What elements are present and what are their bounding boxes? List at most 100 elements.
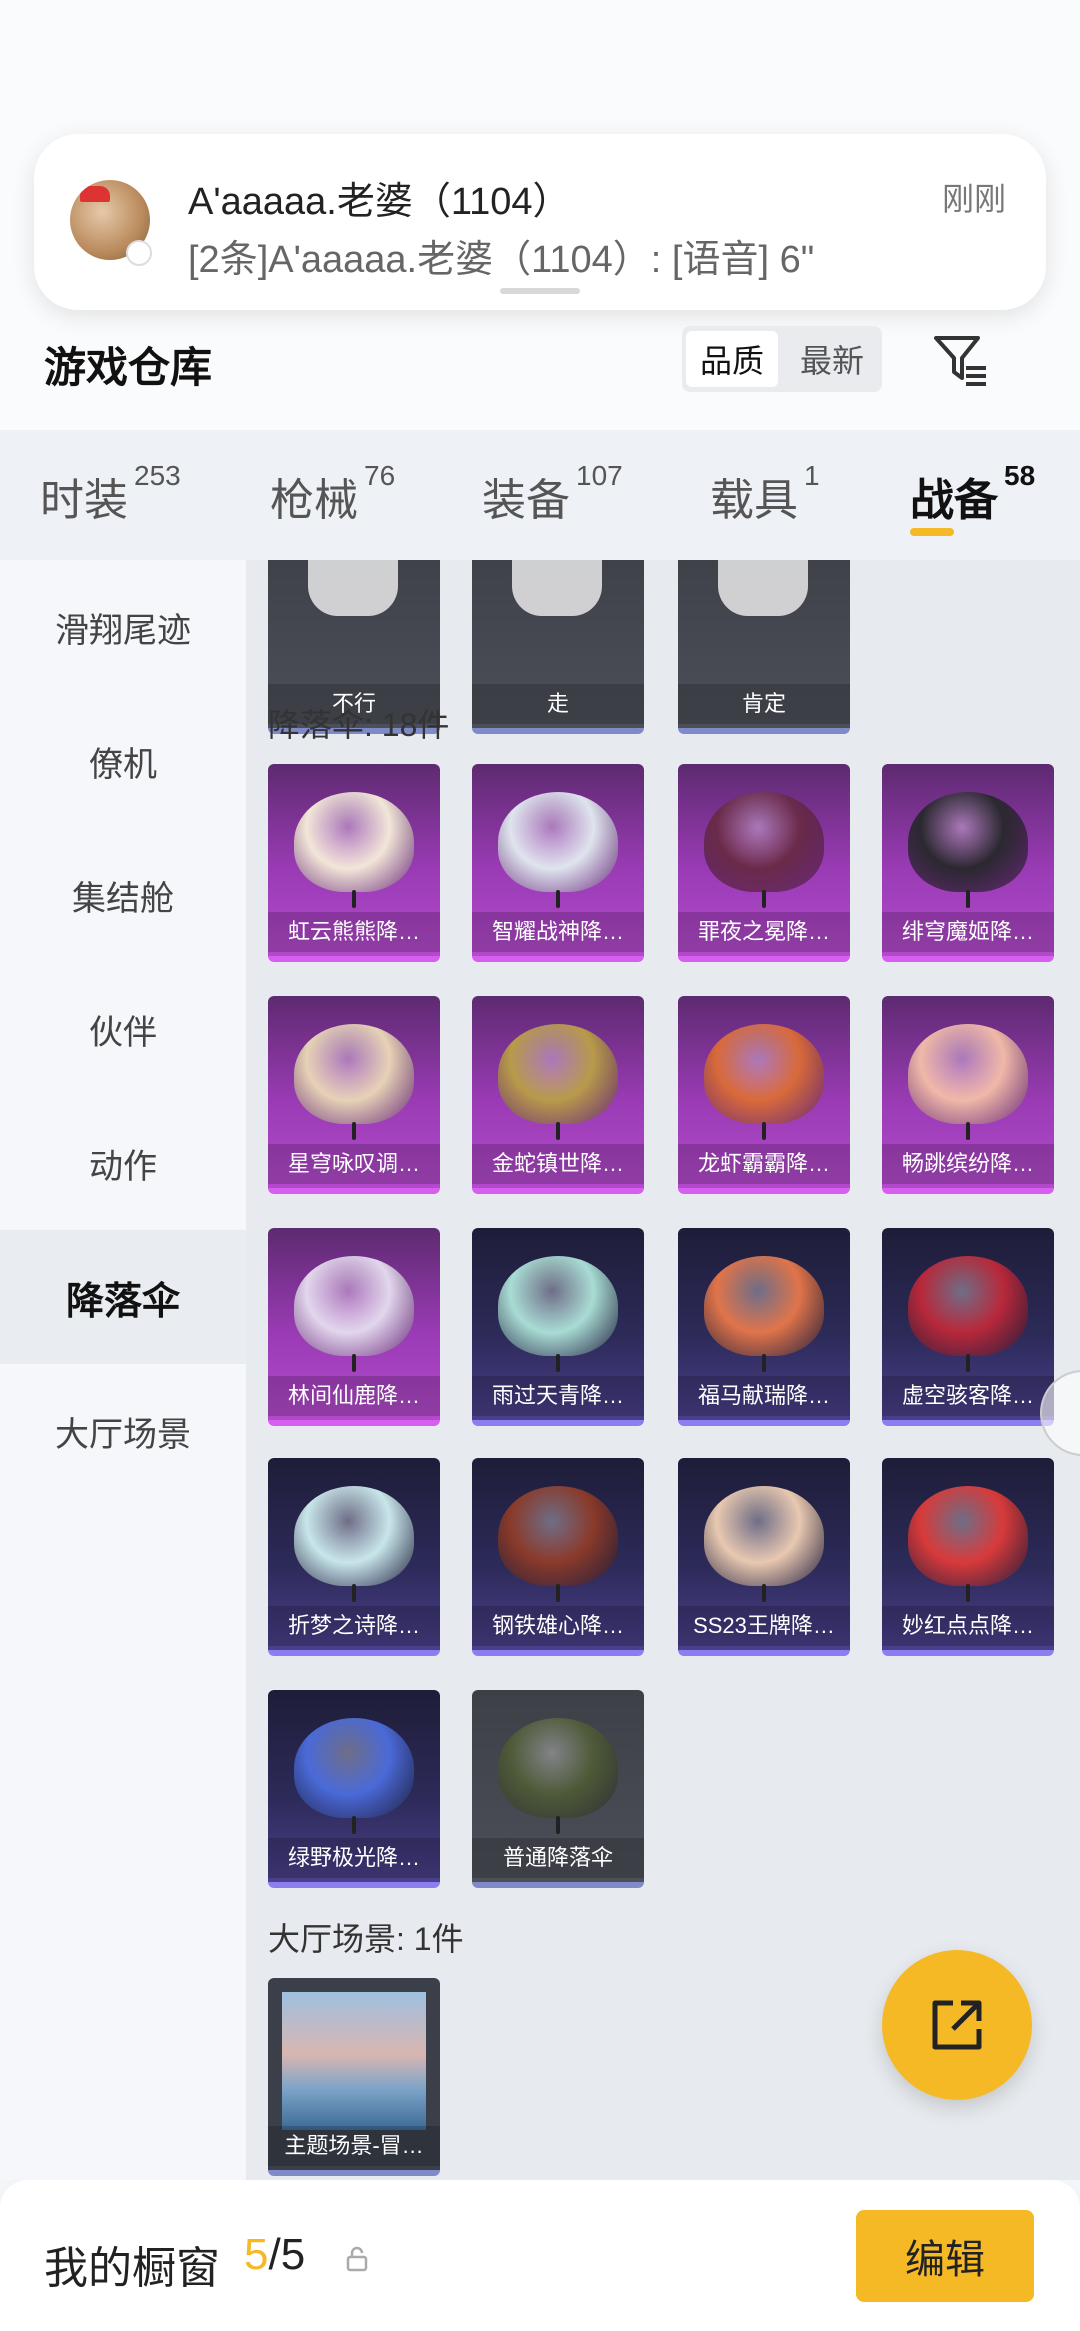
- side-item-pod[interactable]: 集结舱: [0, 828, 246, 962]
- parachute-card[interactable]: 绿野极光降…: [268, 1690, 440, 1888]
- parachute-name: 雨过天青降…: [472, 1376, 644, 1416]
- parachute-cord: [556, 1354, 560, 1372]
- sort-quality-button[interactable]: 品质: [686, 331, 778, 387]
- showcase-count: 5/5: [244, 2230, 306, 2279]
- tab-equipment[interactable]: 装备107: [482, 460, 623, 528]
- side-menu: 滑翔尾迹 僚机 集结舱 伙伴 动作 降落伞 大厅场景: [0, 560, 246, 2180]
- parachute-image: [294, 1256, 414, 1356]
- emote-figure-icon: [308, 560, 398, 616]
- parachute-card[interactable]: 福马献瑞降…: [678, 1228, 850, 1426]
- parachute-cord: [352, 1122, 356, 1140]
- parachute-card[interactable]: 钢铁雄心降…: [472, 1458, 644, 1656]
- emote-figure-icon: [512, 560, 602, 616]
- side-item-lobby-scene[interactable]: 大厅场景: [0, 1364, 246, 1498]
- edit-button[interactable]: 编辑: [856, 2210, 1034, 2302]
- tab-fashion[interactable]: 时装253: [40, 460, 181, 528]
- side-item-partner[interactable]: 伙伴: [0, 962, 246, 1096]
- lock-icon: [346, 2246, 368, 2272]
- parachute-cord: [556, 1122, 560, 1140]
- emote-figure-icon: [718, 560, 808, 616]
- notification-handle[interactable]: [500, 288, 580, 294]
- parachute-card[interactable]: 虚空骇客降…: [882, 1228, 1054, 1426]
- parachute-cord: [966, 1122, 970, 1140]
- parachute-image: [908, 1256, 1028, 1356]
- item-grid: 不行 走 肯定 降落伞: 18件 虹云熊熊降… 智耀战神降… 罪夜之冕降… 绯穹魔姬降…: [246, 560, 1080, 2180]
- parachute-card[interactable]: 金蛇镇世降…: [472, 996, 644, 1194]
- parachute-image: [908, 1486, 1028, 1586]
- parachute-image: [498, 1024, 618, 1124]
- parachute-image: [294, 792, 414, 892]
- parachute-cord: [762, 1354, 766, 1372]
- parachute-card[interactable]: 虹云熊熊降…: [268, 764, 440, 962]
- parachute-name: 妙红点点降…: [882, 1606, 1054, 1646]
- side-item-parachute[interactable]: 降落伞: [0, 1230, 246, 1364]
- lobby-scene-card[interactable]: 主题场景-冒…: [268, 1978, 440, 2176]
- parachute-image: [704, 1486, 824, 1586]
- parachute-cord: [762, 1122, 766, 1140]
- parachute-card[interactable]: 林间仙鹿降…: [268, 1228, 440, 1426]
- side-item-emote[interactable]: 动作: [0, 1096, 246, 1230]
- parachute-card[interactable]: 雨过天青降…: [472, 1228, 644, 1426]
- parachute-card[interactable]: 普通降落伞: [472, 1690, 644, 1888]
- filter-icon[interactable]: [928, 328, 992, 392]
- parachute-card[interactable]: 畅跳缤纷降…: [882, 996, 1054, 1194]
- sort-toggle: 品质 最新: [682, 326, 882, 392]
- notification-title: A'aaaaa.老婆（1104）: [188, 181, 571, 223]
- parachute-cord: [762, 890, 766, 908]
- parachute-image: [908, 792, 1028, 892]
- parachute-name: 智耀战神降…: [472, 912, 644, 952]
- parachute-card[interactable]: 龙虾霸霸降…: [678, 996, 850, 1194]
- message-notification[interactable]: A'aaaaa.老婆（1104） [2条]A'aaaaa.老婆（1104）: […: [34, 134, 1046, 310]
- parachute-image: [294, 1024, 414, 1124]
- parachute-card[interactable]: 妙红点点降…: [882, 1458, 1054, 1656]
- lobby-scene-section-header: 大厅场景: 1件: [268, 1921, 464, 1957]
- parachute-name: SS23王牌降…: [678, 1606, 850, 1646]
- parachute-name: 绿野极光降…: [268, 1838, 440, 1878]
- parachute-cord: [352, 1354, 356, 1372]
- emote-card[interactable]: 肯定: [678, 560, 850, 734]
- notification-body: [2条]A'aaaaa.老婆（1104）: [语音] 6": [188, 239, 815, 281]
- parachute-name: 金蛇镇世降…: [472, 1144, 644, 1184]
- parachute-image: [704, 1256, 824, 1356]
- tab-readiness[interactable]: 战备58: [910, 460, 1035, 528]
- emote-name: 走: [472, 684, 644, 724]
- parachute-image: [294, 1486, 414, 1586]
- parachute-card[interactable]: 星穹咏叹调…: [268, 996, 440, 1194]
- tab-vehicles[interactable]: 载具1: [710, 460, 820, 528]
- share-button[interactable]: [882, 1950, 1032, 2100]
- sort-newest-button[interactable]: 最新: [786, 331, 878, 387]
- parachute-cord: [966, 1584, 970, 1602]
- parachute-name: 林间仙鹿降…: [268, 1376, 440, 1416]
- parachute-cord: [556, 1816, 560, 1834]
- parachute-name: 普通降落伞: [472, 1838, 644, 1878]
- parachute-name: 折梦之诗降…: [268, 1606, 440, 1646]
- parachute-image: [704, 792, 824, 892]
- share-icon: [932, 2000, 982, 2050]
- parachute-section-header: 降落伞: 18件: [268, 707, 450, 743]
- parachute-image: [498, 1256, 618, 1356]
- parachute-cord: [966, 890, 970, 908]
- emote-card[interactable]: 走: [472, 560, 644, 734]
- parachute-card[interactable]: 绯穹魔姬降…: [882, 764, 1054, 962]
- parachute-image: [498, 1486, 618, 1586]
- parachute-name: 福马献瑞降…: [678, 1376, 850, 1416]
- parachute-image: [704, 1024, 824, 1124]
- parachute-cord: [352, 1584, 356, 1602]
- parachute-name: 罪夜之冕降…: [678, 912, 850, 952]
- parachute-card[interactable]: 智耀战神降…: [472, 764, 644, 962]
- parachute-name: 虹云熊熊降…: [268, 912, 440, 952]
- parachute-name: 星穹咏叹调…: [268, 1144, 440, 1184]
- parachute-cord: [966, 1354, 970, 1372]
- category-tabs: 时装253 枪械76 装备107 载具1 战备58: [0, 430, 1080, 560]
- parachute-cord: [556, 890, 560, 908]
- parachute-card[interactable]: SS23王牌降…: [678, 1458, 850, 1656]
- side-item-glide-trail[interactable]: 滑翔尾迹: [0, 560, 246, 694]
- side-item-wingman[interactable]: 僚机: [0, 694, 246, 828]
- lobby-scene-name: 主题场景-冒…: [268, 2126, 440, 2166]
- parachute-card[interactable]: 折梦之诗降…: [268, 1458, 440, 1656]
- parachute-cord: [762, 1584, 766, 1602]
- parachute-image: [498, 792, 618, 892]
- parachute-name: 虚空骇客降…: [882, 1376, 1054, 1416]
- parachute-card[interactable]: 罪夜之冕降…: [678, 764, 850, 962]
- tab-firearms[interactable]: 枪械76: [270, 460, 395, 528]
